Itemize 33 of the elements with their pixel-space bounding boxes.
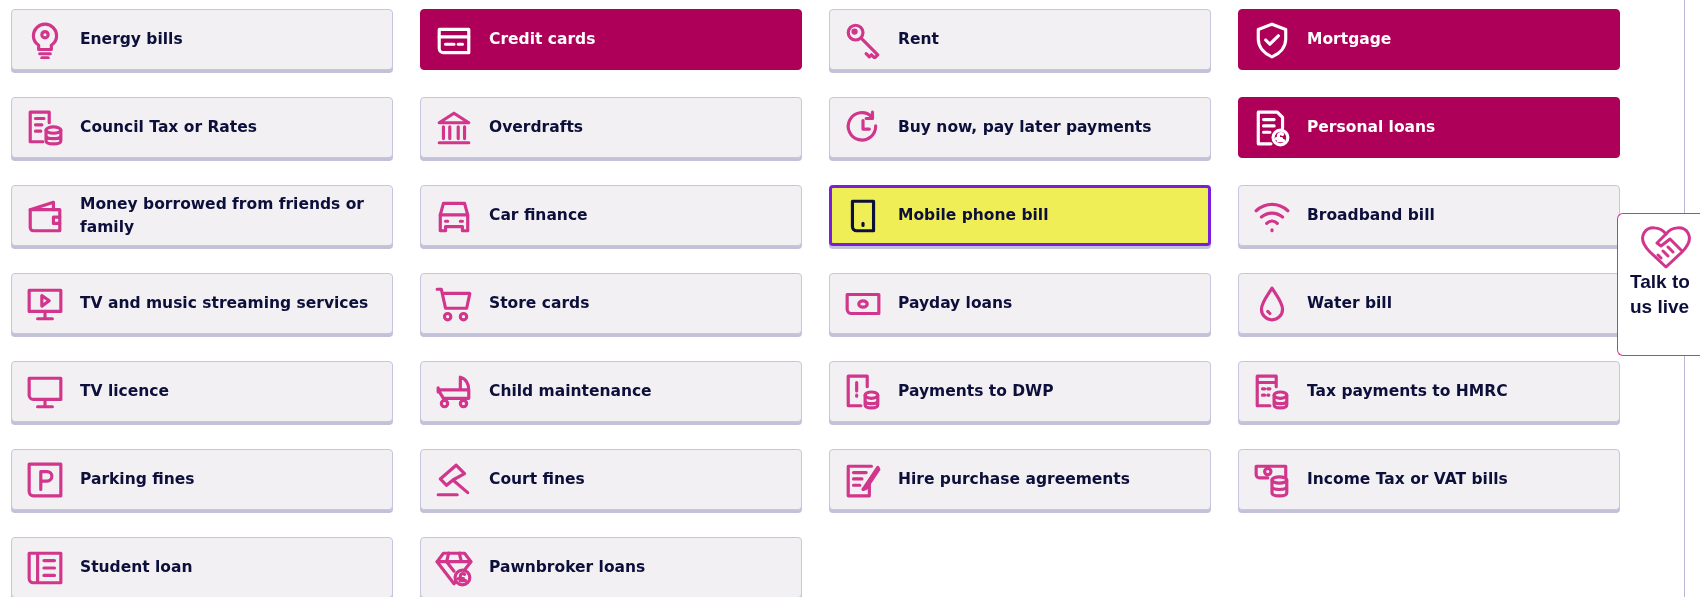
category-button[interactable]: Energy bills: [11, 9, 393, 70]
document-coins-icon: [26, 108, 64, 147]
category-button[interactable]: Council Tax or Rates: [11, 97, 393, 158]
category-button[interactable]: Income Tax or VAT bills: [1238, 449, 1620, 510]
chat-button[interactable]: Talk to us live: [1617, 213, 1700, 356]
category-button[interactable]: Broadband bill: [1238, 185, 1620, 246]
category-button[interactable]: Payments to DWP: [829, 361, 1211, 422]
chat-label: Talk to us live: [1630, 270, 1691, 319]
category-button[interactable]: Car finance: [420, 185, 802, 246]
category-button[interactable]: Overdrafts: [420, 97, 802, 158]
category-button[interactable]: Parking fines: [11, 449, 393, 510]
handshake-icon: [1638, 224, 1694, 270]
category-button[interactable]: Tax payments to HMRC: [1238, 361, 1620, 422]
category-button[interactable]: Personal loans: [1238, 97, 1620, 158]
category-button[interactable]: Student loan: [11, 537, 393, 597]
calculator-coins-icon: [1253, 372, 1291, 411]
category-button[interactable]: Water bill: [1238, 273, 1620, 334]
category-button[interactable]: Buy now, pay later payments: [829, 97, 1211, 158]
category-button[interactable]: Rent: [829, 9, 1211, 70]
category-button[interactable]: TV licence: [11, 361, 393, 422]
category-button[interactable]: Store cards: [420, 273, 802, 334]
category-button[interactable]: Hire purchase agreements: [829, 449, 1211, 510]
category-button[interactable]: Money borrowed from friends or family: [11, 185, 393, 246]
category-button[interactable]: Pawnbroker loans: [420, 537, 802, 597]
category-button[interactable]: Payday loans: [829, 273, 1211, 334]
category-button[interactable]: Child maintenance: [420, 361, 802, 422]
category-button[interactable]: TV and music streaming services: [11, 273, 393, 334]
category-button[interactable]: Court fines: [420, 449, 802, 510]
category-button[interactable]: Mortgage: [1238, 9, 1620, 70]
category-button[interactable]: Credit cards: [420, 9, 802, 70]
parking-icon: [26, 460, 64, 499]
category-button[interactable]: Mobile phone bill: [829, 185, 1211, 246]
document-coins-icon: [844, 372, 882, 411]
